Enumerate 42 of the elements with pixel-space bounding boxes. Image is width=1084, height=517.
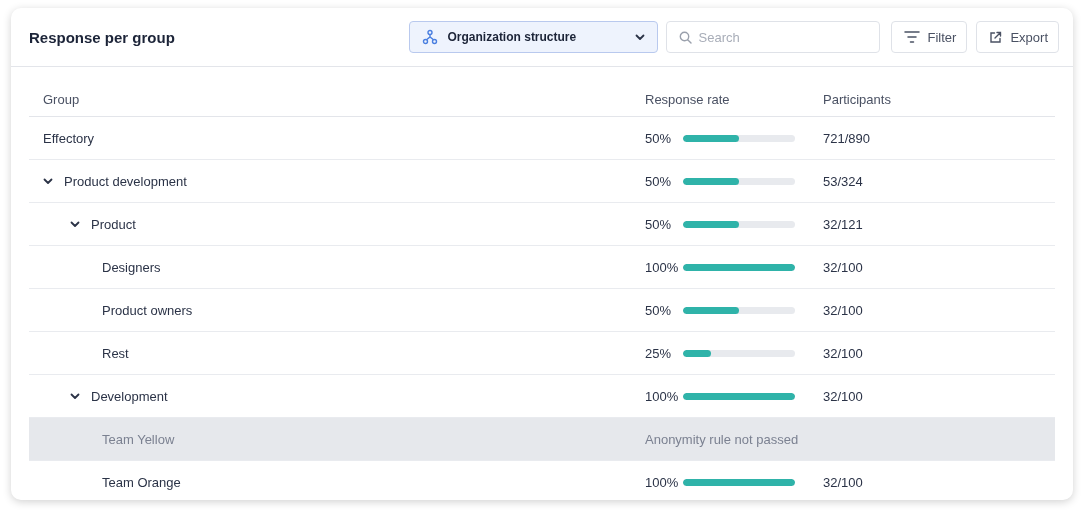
- search-field[interactable]: Search: [665, 21, 880, 53]
- chevron-down-icon[interactable]: [43, 177, 53, 185]
- chevron-down-icon[interactable]: [70, 392, 80, 400]
- participants-count: 53/324: [823, 173, 863, 189]
- response-rate: 100%: [645, 388, 680, 404]
- participants-count: 32/121: [823, 216, 863, 232]
- participants-count: 32/100: [823, 302, 863, 318]
- group-name: Effectory: [43, 130, 95, 146]
- response-rate: 50%: [645, 302, 673, 318]
- participants-count: 32/100: [823, 474, 863, 490]
- response-rate: 25%: [645, 345, 673, 361]
- response-rate: 100%: [645, 474, 680, 490]
- chevron-down-icon[interactable]: [70, 220, 80, 228]
- group-name: Product development: [64, 173, 187, 189]
- response-rate: 100%: [645, 259, 680, 275]
- response-rate: 50%: [645, 216, 673, 232]
- filter-icon: [903, 30, 920, 44]
- group-name: Product: [91, 216, 136, 232]
- participants-count: 32/100: [823, 345, 863, 361]
- chevron-down-icon[interactable]: [634, 33, 645, 41]
- response-rate: 50%: [645, 130, 673, 146]
- card-title: Response per group: [29, 28, 176, 46]
- column-header: Participants: [823, 91, 891, 107]
- column-header: Group: [43, 91, 80, 107]
- participants-count: 721/890: [823, 130, 870, 146]
- group-name: Designers: [102, 259, 161, 275]
- response-rate: 50%: [645, 173, 673, 189]
- participants-count: 32/100: [823, 388, 863, 404]
- group-name: Rest: [102, 345, 129, 361]
- search-icon: [678, 31, 692, 44]
- group-name: Development: [91, 388, 168, 404]
- column-header: Response rate: [645, 91, 730, 107]
- structure-dropdown[interactable]: Organization structure: [408, 21, 658, 53]
- group-name: Team Orange: [102, 474, 181, 490]
- export-button[interactable]: Export: [976, 21, 1059, 53]
- group-name: Team Yellow: [102, 431, 175, 447]
- group-name: Product owners: [102, 302, 193, 318]
- anonymity-note: Anonymity rule not passed: [645, 431, 799, 447]
- export-icon: [989, 30, 1003, 44]
- hierarchy-icon: [421, 29, 438, 45]
- participants-count: 32/100: [823, 259, 863, 275]
- filter-button[interactable]: Filter: [890, 21, 968, 53]
